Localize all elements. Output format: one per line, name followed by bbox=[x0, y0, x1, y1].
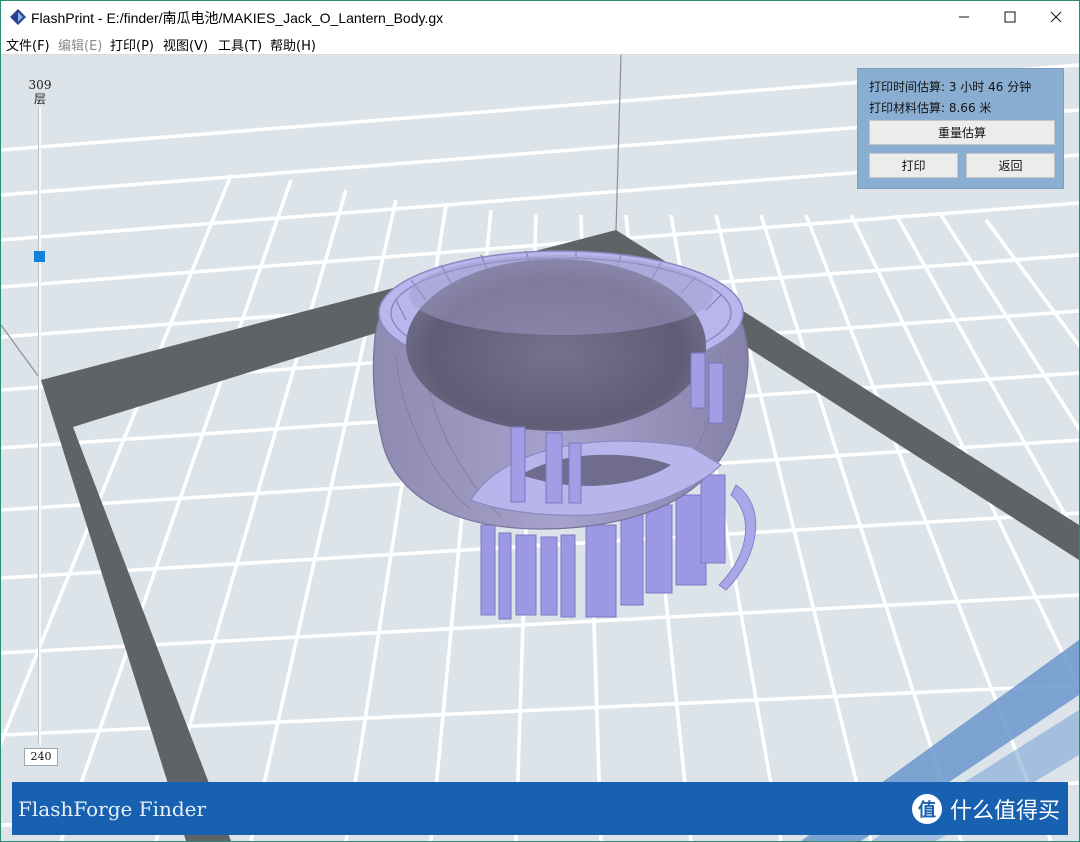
print-button[interactable]: 打印 bbox=[869, 153, 958, 178]
layer-slider-track[interactable] bbox=[38, 107, 41, 745]
menu-print[interactable]: 打印(P) bbox=[110, 35, 154, 54]
app-window: FlashPrint - E:/finder/南瓜电池/MAKIES_Jack_… bbox=[0, 0, 1080, 842]
menu-edit[interactable]: 编辑(E) bbox=[58, 35, 102, 54]
layer-slider-handle[interactable] bbox=[34, 251, 45, 262]
watermark-text: 什么值得买 bbox=[949, 799, 1060, 824]
menu-help[interactable]: 帮助(H) bbox=[270, 35, 316, 54]
close-icon bbox=[1050, 11, 1062, 23]
printer-status-bar: FlashForge Finder 值 什么值得买 bbox=[12, 782, 1068, 835]
menu-file[interactable]: 文件(F) bbox=[6, 35, 50, 54]
layer-top-indicator: 309 层 bbox=[23, 78, 57, 106]
estimate-panel: 打印时间估算: 3 小时 46 分钟 打印材料估算: 8.66 米 重量估算 打… bbox=[857, 68, 1064, 189]
title-bar: FlashPrint - E:/finder/南瓜电池/MAKIES_Jack_… bbox=[1, 1, 1079, 33]
material-estimate: 打印材料估算: 8.66 米 bbox=[869, 101, 992, 115]
menu-view[interactable]: 视图(V) bbox=[163, 35, 208, 54]
maximize-icon bbox=[1004, 11, 1016, 23]
watermark: 值 什么值得买 bbox=[911, 790, 1060, 828]
window-title: FlashPrint - E:/finder/南瓜电池/MAKIES_Jack_… bbox=[31, 10, 444, 26]
app-diamond-icon bbox=[10, 9, 26, 25]
layer-top-unit: 层 bbox=[33, 92, 46, 106]
3d-viewport[interactable]: 309 层 240 打印时间估算: 3 小时 46 分钟 打印材料估算: 8.6… bbox=[1, 55, 1079, 841]
layer-bottom-value[interactable]: 240 bbox=[24, 748, 58, 766]
menu-bar: 文件(F) 编辑(E) 打印(P) 视图(V) 工具(T) 帮助(H) bbox=[1, 33, 1079, 55]
printer-name: FlashForge Finder bbox=[18, 797, 207, 821]
close-button[interactable] bbox=[1033, 1, 1079, 33]
reestimate-button[interactable]: 重量估算 bbox=[869, 120, 1055, 145]
pumpkin-model bbox=[372, 250, 757, 620]
minimize-button[interactable] bbox=[941, 1, 987, 33]
z-axis-line bbox=[615, 55, 622, 231]
watermark-badge: 值 bbox=[911, 794, 942, 824]
menu-tools[interactable]: 工具(T) bbox=[218, 35, 262, 54]
back-button[interactable]: 返回 bbox=[966, 153, 1055, 178]
minimize-icon bbox=[959, 16, 969, 18]
layer-top-value: 309 bbox=[28, 78, 52, 92]
maximize-button[interactable] bbox=[987, 1, 1033, 33]
print-time-estimate: 打印时间估算: 3 小时 46 分钟 bbox=[869, 80, 1032, 94]
